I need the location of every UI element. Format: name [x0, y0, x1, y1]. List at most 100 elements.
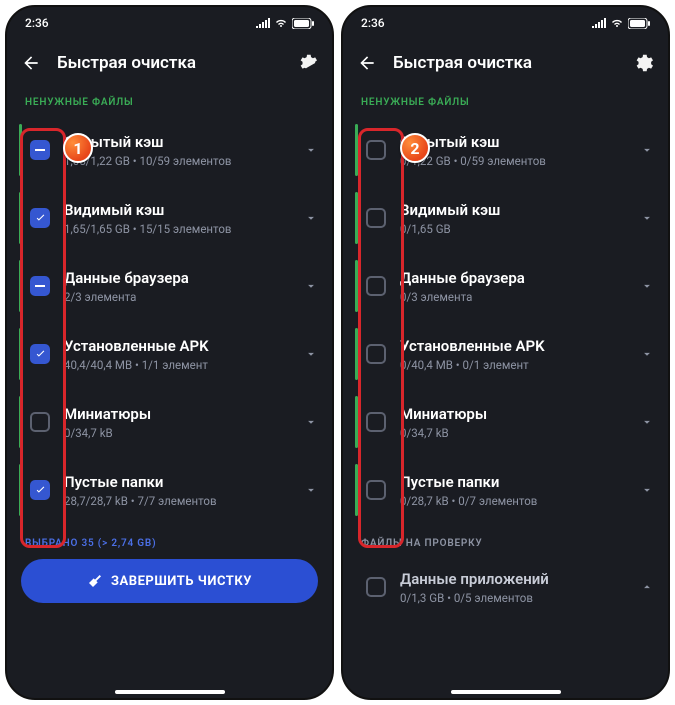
row-title: Скрытый кэш: [400, 132, 640, 152]
row-sub: 2/3 элемента: [64, 290, 304, 305]
checkbox-empty[interactable]: [366, 577, 386, 597]
status-time: 2:36: [25, 16, 49, 30]
row-sub: 0/28,7 kB • 0/7 элементов: [400, 494, 640, 509]
app-bar: Быстрая очистка: [343, 39, 668, 87]
gear-icon[interactable]: [632, 52, 654, 74]
list-item[interactable]: Установленные APK 0/40,4 MB • 0/1 элемен…: [349, 320, 662, 388]
accent-bar: [19, 192, 22, 244]
row-text: Установленные APK 0/40,4 MB • 0/1 элемен…: [400, 336, 640, 373]
list-item[interactable]: Данные браузера 2/3 элемента: [13, 252, 326, 320]
chevron-down-icon[interactable]: [640, 143, 654, 157]
row-sub: 0/3 элемента: [400, 290, 640, 305]
selection-summary: ВЫБРАНО 35 (> 2,74 GB): [7, 524, 332, 559]
row-title: Миниатюры: [64, 404, 304, 424]
battery-icon: [292, 18, 314, 29]
row-sub: 28,7/28,7 kB • 7/7 элементов: [64, 494, 304, 509]
accent-bar: [355, 124, 358, 176]
signal-icon: [256, 18, 270, 28]
row-sub: 0/34,7 kB: [400, 426, 640, 441]
chevron-down-icon[interactable]: [304, 347, 318, 361]
checkbox-checked[interactable]: [30, 480, 50, 500]
page-title: Быстрая очистка: [393, 53, 616, 73]
accent-bar: [19, 260, 22, 312]
chevron-down-icon[interactable]: [304, 211, 318, 225]
chevron-down-icon[interactable]: [640, 211, 654, 225]
row-text: Установленные APK 40,4/40,4 MB • 1/1 эле…: [64, 336, 304, 373]
row-title: Пустые папки: [64, 472, 304, 492]
row-title: Миниатюры: [400, 404, 640, 424]
chevron-down-icon[interactable]: [304, 415, 318, 429]
checkbox-checked[interactable]: [30, 344, 50, 364]
gear-icon[interactable]: [296, 52, 318, 74]
finish-cleanup-button[interactable]: ЗАВЕРШИТЬ ЧИСТКУ: [21, 559, 318, 603]
row-text: Данные браузера 0/3 элемента: [400, 268, 640, 305]
row-text: Данные браузера 2/3 элемента: [64, 268, 304, 305]
battery-icon: [628, 18, 650, 29]
row-text: Скрытый кэш 1,05/1,22 GB • 10/59 элемент…: [64, 132, 304, 169]
checkbox-empty[interactable]: [30, 412, 50, 432]
chevron-down-icon[interactable]: [304, 143, 318, 157]
accent-bar: [19, 464, 22, 516]
list-item[interactable]: Пустые папки 28,7/28,7 kB • 7/7 элементо…: [13, 456, 326, 524]
accent-bar: [355, 260, 358, 312]
row-title: Видимый кэш: [64, 200, 304, 220]
checkbox-checked[interactable]: [30, 208, 50, 228]
back-icon[interactable]: [357, 53, 377, 73]
row-text: Скрытый кэш 0/1,22 GB • 0/59 элементов: [400, 132, 640, 169]
checkbox-empty[interactable]: [366, 344, 386, 364]
list-item[interactable]: Скрытый кэш 0/1,22 GB • 0/59 элементов: [349, 116, 662, 184]
accent-bar: [355, 396, 358, 448]
wifi-icon: [274, 18, 288, 28]
checkbox-empty[interactable]: [366, 208, 386, 228]
checkbox-partial[interactable]: [30, 140, 50, 160]
signal-icon: [592, 18, 606, 28]
row-text: Данные приложений 0/1,3 GB • 0/5 элемент…: [400, 569, 640, 606]
list-item[interactable]: Скрытый кэш 1,05/1,22 GB • 10/59 элемент…: [13, 116, 326, 184]
checkbox-empty[interactable]: [366, 276, 386, 296]
chevron-down-icon[interactable]: [640, 483, 654, 497]
row-title: Скрытый кэш: [64, 132, 304, 152]
list-item[interactable]: Миниатюры 0/34,7 kB: [349, 388, 662, 456]
back-icon[interactable]: [21, 53, 41, 73]
checkbox-empty[interactable]: [366, 480, 386, 500]
list-item[interactable]: Пустые папки 0/28,7 kB • 0/7 элементов: [349, 456, 662, 524]
row-sub: 1,65/1,65 GB • 15/15 элементов: [64, 222, 304, 237]
list-item[interactable]: Данные браузера 0/3 элемента: [349, 252, 662, 320]
row-title: Установленные APK: [400, 336, 640, 356]
list-item[interactable]: Видимый кэш 0/1,65 GB: [349, 184, 662, 252]
row-title: Пустые папки: [400, 472, 640, 492]
checkbox-empty[interactable]: [366, 140, 386, 160]
list-item[interactable]: Установленные APK 40,4/40,4 MB • 1/1 эле…: [13, 320, 326, 388]
list-right: Скрытый кэш 0/1,22 GB • 0/59 элементов В…: [343, 116, 668, 524]
chevron-down-icon[interactable]: [304, 483, 318, 497]
wifi-icon: [610, 18, 624, 28]
chevron-up-icon[interactable]: [640, 580, 654, 594]
section-label-2: ФАЙЛЫ НА ПРОВЕРКУ: [343, 524, 668, 557]
checkbox-partial[interactable]: [30, 276, 50, 296]
list-item[interactable]: Миниатюры 0/34,7 kB: [13, 388, 326, 456]
accent-bar: [355, 192, 358, 244]
checkbox-empty[interactable]: [366, 412, 386, 432]
section-label: НЕНУЖНЫЕ ФАЙЛЫ: [343, 87, 668, 116]
chevron-down-icon[interactable]: [304, 279, 318, 293]
section-label: НЕНУЖНЫЕ ФАЙЛЫ: [7, 87, 332, 116]
row-title: Данные приложений: [400, 569, 640, 589]
list-item[interactable]: Данные приложений 0/1,3 GB • 0/5 элемент…: [349, 557, 662, 617]
row-sub: 0/1,3 GB • 0/5 элементов: [400, 591, 640, 606]
home-indicator: [451, 690, 561, 694]
phone-right: 2:36 Быстрая очистка НЕНУЖНЫЕ ФАЙЛЫ Скры…: [341, 5, 670, 700]
list-item[interactable]: Видимый кэш 1,65/1,65 GB • 15/15 элемент…: [13, 184, 326, 252]
chevron-down-icon[interactable]: [640, 279, 654, 293]
phone-left: 2:36 Быстрая очистка НЕНУЖНЫЕ ФАЙЛЫ Скры…: [5, 5, 334, 700]
chevron-down-icon[interactable]: [640, 415, 654, 429]
row-text: Пустые папки 0/28,7 kB • 0/7 элементов: [400, 472, 640, 509]
accent-bar: [355, 328, 358, 380]
chevron-down-icon[interactable]: [640, 347, 654, 361]
row-text: Пустые папки 28,7/28,7 kB • 7/7 элементо…: [64, 472, 304, 509]
status-icons: [592, 18, 650, 29]
row-title: Видимый кэш: [400, 200, 640, 220]
row-title: Данные браузера: [400, 268, 640, 288]
row-text: Миниатюры 0/34,7 kB: [400, 404, 640, 441]
row-text: Видимый кэш 0/1,65 GB: [400, 200, 640, 237]
row-title: Установленные APK: [64, 336, 304, 356]
